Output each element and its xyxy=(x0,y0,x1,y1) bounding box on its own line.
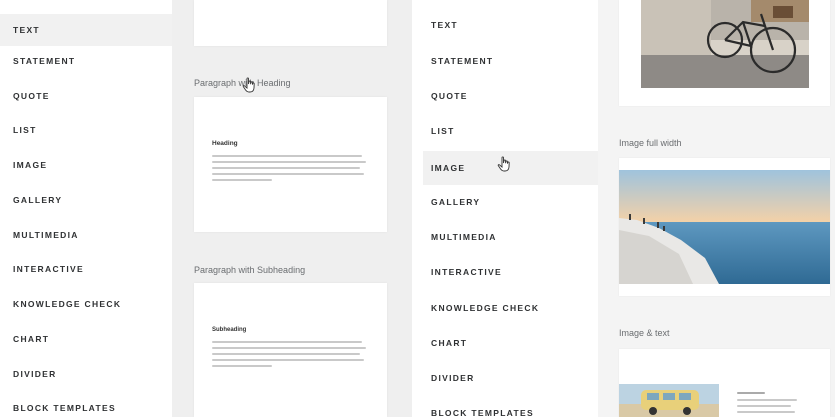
image-and-text-card[interactable] xyxy=(619,349,830,417)
vintage-van-photo xyxy=(619,384,719,417)
preview-label-paragraph-with-subheading: Paragraph with Subheading xyxy=(194,265,306,275)
placeholder-text-line xyxy=(212,179,272,181)
menu-item-quote[interactable]: QUOTE xyxy=(423,80,598,112)
right-screenshot-pane: TEXT STATEMENT QUOTE LIST IMAGE GALLERY … xyxy=(423,0,835,417)
placeholder-text-line xyxy=(212,161,366,163)
pane-separator xyxy=(412,0,423,417)
block-preview-list: Image full width Image & text xyxy=(598,0,835,417)
block-library-menu: TEXT STATEMENT QUOTE LIST IMAGE GALLERY … xyxy=(0,0,172,417)
placeholder-text-line xyxy=(212,173,364,175)
paragraph-with-subheading-card[interactable]: Subheading xyxy=(194,283,387,417)
menu-item-multimedia[interactable]: MULTIMEDIA xyxy=(0,219,172,251)
hand-pointer-icon xyxy=(497,156,510,172)
menu-item-list[interactable]: LIST xyxy=(423,115,598,147)
menu-item-divider[interactable]: DIVIDER xyxy=(0,358,172,390)
placeholder-text-line xyxy=(212,365,272,367)
menu-item-chart[interactable]: CHART xyxy=(423,327,598,359)
menu-item-knowledge-check[interactable]: KNOWLEDGE CHECK xyxy=(0,288,172,320)
menu-item-chart[interactable]: CHART xyxy=(0,323,172,355)
menu-item-block-templates[interactable]: BLOCK TEMPLATES xyxy=(423,397,598,417)
paragraph-with-heading-card[interactable]: Heading xyxy=(194,97,387,232)
preview-label-image-full-width: Image full width xyxy=(619,138,682,148)
menu-item-interactive[interactable]: INTERACTIVE xyxy=(0,253,172,285)
menu-item-image[interactable]: IMAGE xyxy=(0,149,172,181)
menu-item-statement[interactable]: STATEMENT xyxy=(423,45,598,77)
menu-item-multimedia[interactable]: MULTIMEDIA xyxy=(423,221,598,253)
menu-item-divider[interactable]: DIVIDER xyxy=(423,362,598,394)
placeholder-text-line xyxy=(212,341,362,343)
placeholder-text-line xyxy=(737,405,791,407)
preview-label-image-and-text: Image & text xyxy=(619,328,670,338)
left-screenshot-pane: TEXT STATEMENT QUOTE LIST IMAGE GALLERY … xyxy=(0,0,412,417)
menu-item-interactive[interactable]: INTERACTIVE xyxy=(423,256,598,288)
menu-item-statement[interactable]: STATEMENT xyxy=(0,45,172,77)
card-heading-text: Heading xyxy=(212,140,238,147)
block-library-menu: TEXT STATEMENT QUOTE LIST IMAGE GALLERY … xyxy=(423,0,598,417)
card-subheading-text: Subheading xyxy=(212,327,247,333)
menu-item-knowledge-check[interactable]: KNOWLEDGE CHECK xyxy=(423,292,598,324)
image-full-width-card[interactable] xyxy=(619,158,830,296)
bicycle-photo xyxy=(641,0,809,88)
placeholder-text-line xyxy=(212,353,360,355)
placeholder-text-line xyxy=(212,155,362,157)
menu-item-text[interactable]: TEXT xyxy=(423,9,598,41)
menu-item-list[interactable]: LIST xyxy=(0,114,172,146)
menu-item-gallery[interactable]: GALLERY xyxy=(423,186,598,218)
seaside-cliff-photo xyxy=(619,170,830,284)
placeholder-text-line xyxy=(737,411,795,413)
image-centered-card[interactable] xyxy=(619,0,830,106)
block-preview-card[interactable] xyxy=(194,0,387,46)
placeholder-text-line xyxy=(212,347,366,349)
menu-item-gallery[interactable]: GALLERY xyxy=(0,184,172,216)
menu-item-text[interactable]: TEXT xyxy=(0,14,172,46)
menu-item-block-templates[interactable]: BLOCK TEMPLATES xyxy=(0,392,172,417)
placeholder-text-line xyxy=(212,167,360,169)
placeholder-heading-line xyxy=(737,392,765,394)
placeholder-text-line xyxy=(212,359,364,361)
block-preview-list: Paragraph with Heading Heading Paragraph… xyxy=(172,0,412,417)
placeholder-text-line xyxy=(737,399,797,401)
hand-pointer-icon xyxy=(242,77,255,93)
menu-item-quote[interactable]: QUOTE xyxy=(0,80,172,112)
